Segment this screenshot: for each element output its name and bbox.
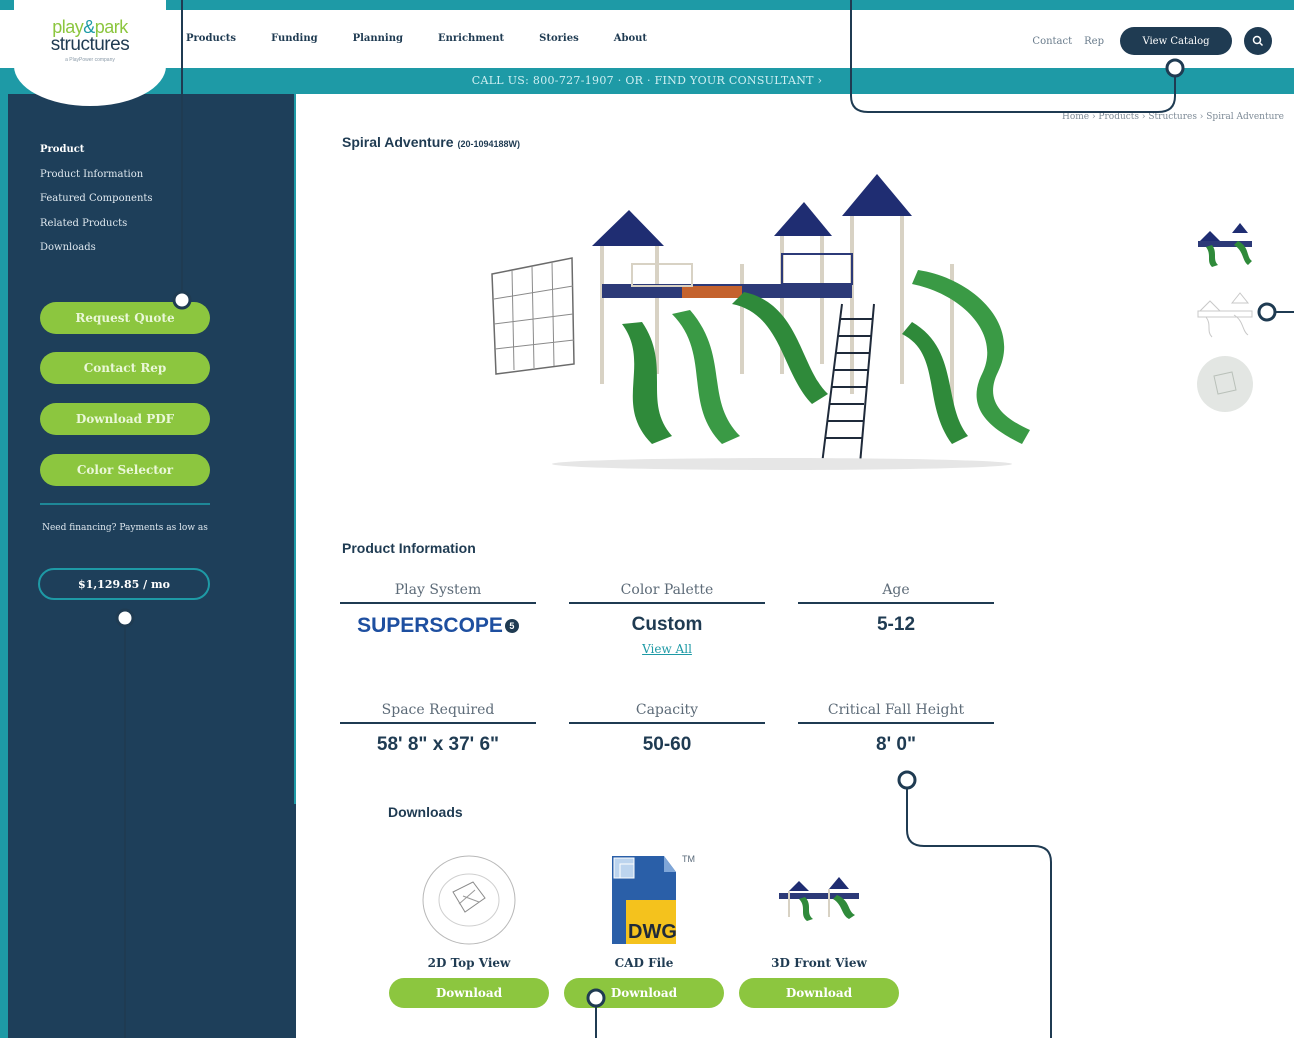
spec-label: Color Palette	[569, 576, 765, 604]
sidebar-item-downloads[interactable]: Downloads	[40, 236, 153, 261]
download-label: 2D Top View	[427, 956, 511, 970]
nav-stories[interactable]: Stories	[539, 32, 579, 46]
utility-nav: Contact Rep View Catalog	[1032, 27, 1272, 55]
sidebar-item-related-products[interactable]: Related Products	[40, 212, 153, 237]
spec-label: Critical Fall Height	[798, 696, 994, 724]
spec-color-palette: Color Palette Custom View All	[569, 576, 765, 658]
spec-value: 5-12	[876, 614, 916, 635]
spec-label: Age	[798, 576, 994, 604]
sidebar-item-featured-components[interactable]: Featured Components	[40, 187, 153, 212]
play-system-logo: SUPERSCOPE 5	[340, 614, 536, 638]
nav-products[interactable]: Products	[186, 32, 236, 46]
spec-label: Space Required	[340, 696, 536, 724]
sidebar-nav: Product Product Information Featured Com…	[40, 138, 153, 261]
main-nav: Products Funding Planning Enrichment Sto…	[186, 32, 682, 46]
page-title: Spiral Adventure (20-1094188W)	[342, 134, 520, 150]
spec-label: Play System	[340, 576, 536, 604]
view-catalog-button[interactable]: View Catalog	[1120, 27, 1232, 55]
svg-text:TM: TM	[682, 854, 695, 864]
left-accent-strip	[0, 94, 8, 1038]
top-view-thumbnail	[389, 850, 549, 950]
download-label: CAD File	[614, 956, 674, 970]
download-label: 3D Front View	[771, 956, 867, 970]
spec-critical-fall-height: Critical Fall Height 8' 0"	[798, 696, 994, 756]
thumbnail-3d-view[interactable]	[1192, 214, 1258, 274]
front-view-thumbnail	[739, 850, 899, 950]
thumbnail-top-view[interactable]	[1192, 354, 1258, 414]
rep-link[interactable]: Rep	[1084, 36, 1104, 47]
dwg-file-icon: DWG TM	[564, 850, 724, 950]
download-3d-front-view-button[interactable]: Download	[739, 978, 899, 1008]
spec-play-system: Play System SUPERSCOPE 5	[340, 576, 536, 638]
brand-logo[interactable]: play&park structures a PlayPower company	[14, 0, 166, 106]
contact-link[interactable]: Contact	[1032, 36, 1072, 47]
download-card-2d-top-view: 2D Top View Download	[389, 850, 549, 1008]
sidebar: Product Product Information Featured Com…	[8, 94, 296, 1038]
contact-rep-button[interactable]: Contact Rep	[40, 352, 210, 384]
nav-planning[interactable]: Planning	[353, 32, 403, 46]
spec-value: 58' 8" x 37' 6"	[376, 734, 500, 755]
breadcrumb[interactable]: Home › Products › Structures › Spiral Ad…	[1062, 112, 1284, 122]
sidebar-panel: Product Product Information Featured Com…	[8, 94, 296, 804]
download-card-cad-file: DWG TM CAD File Download	[564, 850, 724, 1008]
color-selector-button[interactable]: Color Selector	[40, 454, 210, 486]
logo-word-structures: structures	[50, 34, 130, 55]
spec-label: Capacity	[569, 696, 765, 724]
nav-enrichment[interactable]: Enrichment	[438, 32, 504, 46]
search-button[interactable]	[1244, 27, 1272, 55]
downloads-heading: Downloads	[388, 804, 463, 820]
sidebar-item-product-information[interactable]: Product Information	[40, 163, 153, 188]
product-information-heading: Product Information	[342, 540, 476, 556]
nav-about[interactable]: About	[614, 32, 647, 46]
logo-tagline: a PlayPower company	[65, 57, 115, 63]
product-code: (20-1094188W)	[457, 139, 521, 149]
financing-text: Need financing? Payments as low as	[42, 523, 208, 533]
request-quote-button[interactable]: Request Quote	[40, 302, 210, 334]
nav-funding[interactable]: Funding	[271, 32, 318, 46]
sidebar-divider	[40, 503, 210, 505]
product-hero-image[interactable]	[482, 174, 1042, 474]
search-icon	[1252, 35, 1264, 47]
thumbnail-line-drawing[interactable]	[1192, 284, 1258, 344]
spec-space-required: Space Required 58' 8" x 37' 6"	[340, 696, 536, 756]
product-name: Spiral Adventure	[342, 134, 454, 150]
spec-value: Custom	[631, 614, 703, 635]
download-2d-top-view-button[interactable]: Download	[389, 978, 549, 1008]
download-pdf-button[interactable]: Download PDF	[40, 403, 210, 435]
view-all-colors-link[interactable]: View All	[642, 642, 692, 656]
image-thumbnails	[1192, 214, 1262, 424]
download-cad-file-button[interactable]: Download	[564, 978, 724, 1008]
main-content: Home › Products › Structures › Spiral Ad…	[296, 94, 1294, 1038]
spec-capacity: Capacity 50-60	[569, 696, 765, 756]
sidebar-item-product[interactable]: Product	[40, 138, 153, 163]
spec-value: 8' 0"	[876, 734, 916, 755]
top-navigation-bar: Products Funding Planning Enrichment Sto…	[0, 0, 1294, 68]
monthly-payment-button[interactable]: $1,129.85 / mo	[38, 568, 210, 600]
spec-age: Age 5-12	[798, 576, 994, 636]
call-banner[interactable]: CALL US: 800-727-1907 · OR · FIND YOUR C…	[0, 68, 1294, 94]
spec-value: 50-60	[642, 734, 692, 755]
download-card-3d-front-view: 3D Front View Download	[739, 850, 899, 1008]
svg-text:DWG: DWG	[628, 921, 677, 943]
